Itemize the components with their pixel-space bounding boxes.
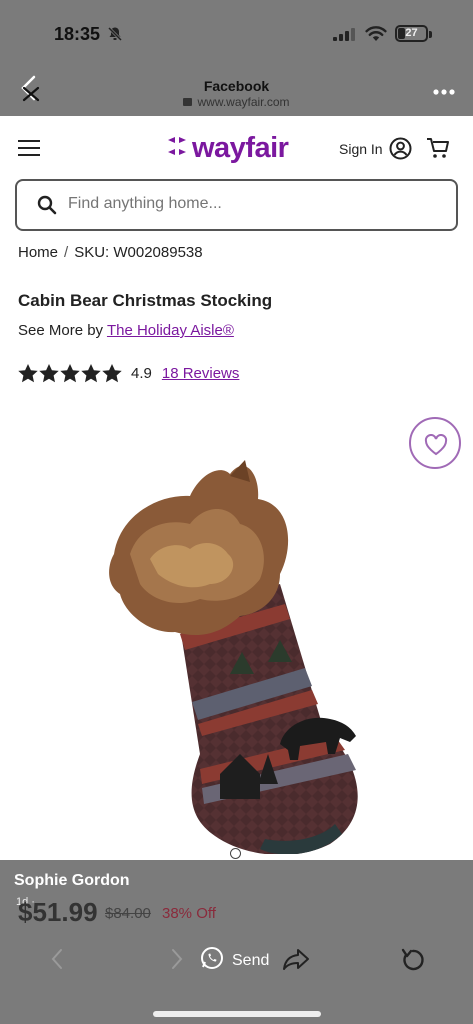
see-more-by: See More by The Holiday Aisle® [18, 322, 234, 339]
reload-icon[interactable] [400, 947, 426, 978]
web-page: wayfair Sign In Home / SKU: W002089538 Cab… [0, 116, 473, 860]
browser-url-text: www.wayfair.com [197, 95, 290, 109]
product-image[interactable] [90, 424, 390, 859]
breadcrumb-home[interactable]: Home [18, 244, 58, 261]
product-rating: 4.9 18 Reviews [18, 364, 239, 383]
chevron-right-icon[interactable] [170, 948, 184, 975]
wayfair-logo-icon [166, 135, 188, 162]
home-indicator[interactable] [153, 1011, 321, 1017]
rating-stars [18, 364, 123, 383]
send-label: Send [232, 951, 270, 969]
star-icon [60, 364, 80, 383]
product-discount: 38% Off [162, 905, 216, 922]
product-price: $51.99 [18, 897, 98, 927]
signin-link[interactable]: Sign In [339, 141, 383, 157]
carousel-indicator[interactable] [230, 848, 241, 859]
post-overlay: Sophie Gordon 1d · $51.99 $84.00 38% Off… [0, 860, 473, 1024]
star-icon [18, 364, 38, 383]
breadcrumb: Home / SKU: W002089538 [18, 244, 203, 261]
wifi-icon [365, 25, 387, 47]
browser-url: www.wayfair.com [0, 95, 473, 109]
wayfair-logo[interactable]: wayfair [166, 130, 289, 166]
lock-icon [183, 98, 193, 106]
cart-icon[interactable] [426, 137, 450, 165]
breadcrumb-sku: SKU: W002089538 [74, 244, 203, 261]
battery-icon: 27 [395, 25, 428, 42]
battery-level: 27 [405, 27, 418, 39]
in-app-browser-bar: Facebook www.wayfair.com [0, 66, 473, 116]
whatsapp-send-button[interactable]: Send [200, 946, 269, 975]
signal-icon [333, 28, 357, 46]
battery-nub [429, 31, 432, 38]
search-bar[interactable] [15, 179, 458, 231]
product-title: Cabin Bear Christmas Stocking [18, 291, 273, 310]
star-icon [81, 364, 101, 383]
hamburger-icon[interactable] [18, 140, 40, 158]
more-icon[interactable] [432, 84, 456, 95]
heart-icon [424, 434, 448, 456]
bell-muted-icon [107, 26, 123, 47]
search-icon [37, 195, 57, 220]
browser-title: Facebook [203, 78, 270, 94]
favorite-button[interactable] [409, 417, 461, 469]
brand-link[interactable]: The Holiday Aisle® [107, 322, 234, 339]
rating-value: 4.9 [131, 365, 152, 382]
status-bar: 18:35 27 [0, 0, 473, 66]
star-icon [39, 364, 59, 383]
chevron-left-icon[interactable] [50, 948, 64, 975]
breadcrumb-separator: / [64, 244, 69, 261]
share-icon[interactable] [282, 947, 310, 976]
status-time: 18:35 [54, 24, 101, 44]
poster-name[interactable]: Sophie Gordon [14, 872, 130, 890]
whatsapp-icon [200, 946, 224, 975]
see-more-prefix: See More by [18, 322, 104, 339]
account-icon[interactable] [389, 137, 412, 165]
search-input[interactable] [68, 195, 438, 213]
star-icon [102, 364, 122, 383]
logo-text: wayfair [192, 131, 289, 164]
product-old-price: $84.00 [105, 905, 151, 922]
reviews-link[interactable]: 18 Reviews [162, 365, 240, 382]
